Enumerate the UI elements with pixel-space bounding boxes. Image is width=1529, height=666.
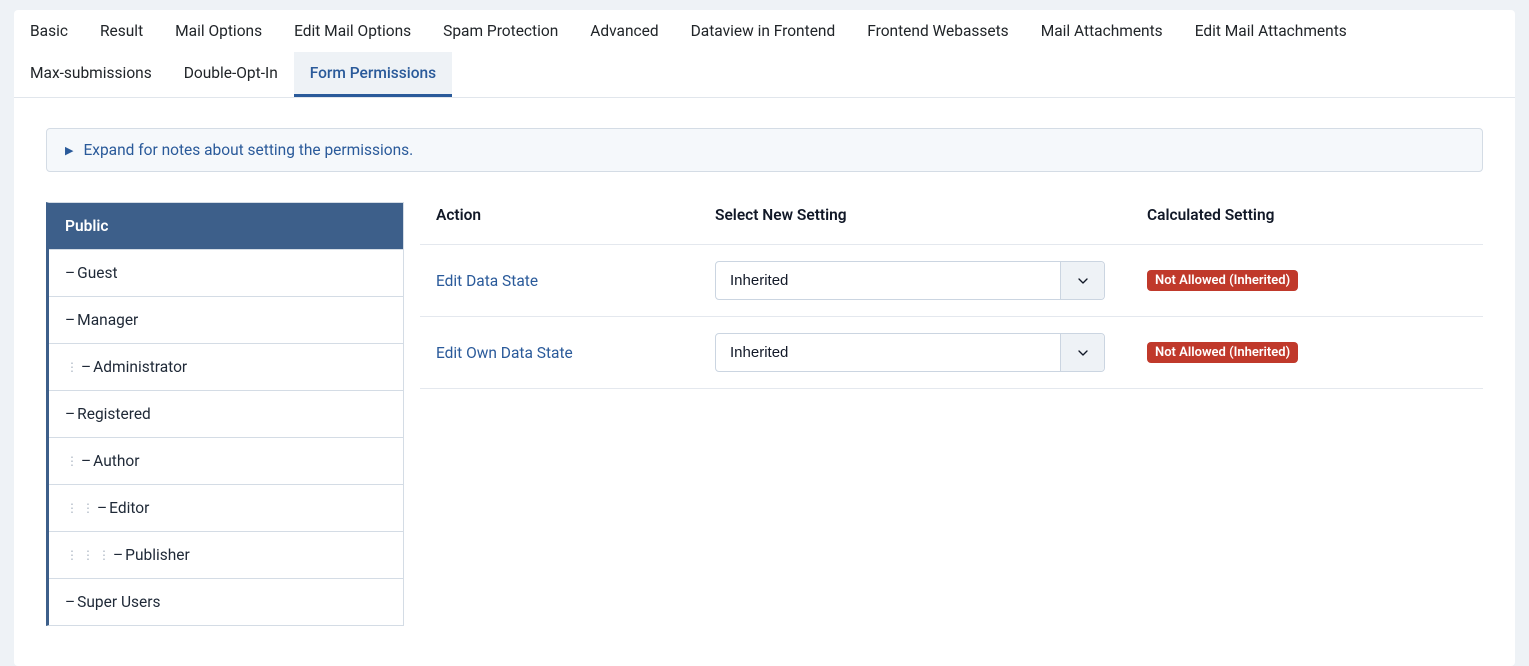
tab-form-permissions[interactable]: Form Permissions — [294, 52, 452, 97]
tab-basic[interactable]: Basic — [14, 10, 84, 52]
tab-spam-protection[interactable]: Spam Protection — [427, 10, 574, 52]
group-item-publisher[interactable]: ⋮⋮⋮– Publisher — [49, 532, 403, 579]
permission-select-wrap: InheritedAllowedDenied — [715, 261, 1105, 300]
status-badge: Not Allowed (Inherited) — [1147, 270, 1298, 291]
tab-advanced[interactable]: Advanced — [574, 10, 674, 52]
tree-dash-icon: – — [65, 405, 75, 423]
tree-dash-icon: – — [65, 264, 75, 282]
user-group-list: Public– Guest– Manager⋮– Administrator– … — [46, 202, 404, 626]
tree-dash-icon: – — [81, 358, 91, 376]
tree-indent-icon: ⋮ — [65, 501, 79, 515]
permissions-table: Action Select New Setting Calculated Set… — [420, 202, 1483, 626]
group-label: Registered — [77, 405, 151, 423]
tab-edit-mail-attachments[interactable]: Edit Mail Attachments — [1179, 10, 1363, 52]
tab-max-submissions[interactable]: Max-submissions — [14, 52, 168, 97]
group-label: Public — [65, 217, 108, 235]
permission-select[interactable]: InheritedAllowedDenied — [715, 261, 1105, 300]
expand-notes-toggle[interactable]: ▶ Expand for notes about setting the per… — [46, 128, 1483, 172]
group-label: Administrator — [93, 358, 187, 376]
group-label: Editor — [109, 499, 149, 517]
group-label: Manager — [77, 311, 138, 329]
tab-mail-options[interactable]: Mail Options — [159, 10, 278, 52]
tabs-bar: BasicResultMail OptionsEdit Mail Options… — [14, 10, 1515, 98]
tab-double-opt-in[interactable]: Double-Opt-In — [168, 52, 294, 97]
tree-dash-icon: – — [97, 499, 107, 517]
tree-dash-icon: – — [113, 546, 123, 564]
group-item-editor[interactable]: ⋮⋮– Editor — [49, 485, 403, 532]
group-label: Author — [93, 452, 139, 470]
group-label: Publisher — [125, 546, 190, 564]
tree-indent-icon: ⋮ — [65, 548, 79, 562]
group-item-registered[interactable]: – Registered — [49, 391, 403, 438]
header-action: Action — [436, 206, 703, 224]
permissions-header-row: Action Select New Setting Calculated Set… — [420, 202, 1483, 245]
permission-row: Edit Own Data State InheritedAllowedDenie… — [420, 317, 1483, 389]
calculated-setting-cell: Not Allowed (Inherited) — [1147, 342, 1467, 363]
tree-indent-icon: ⋮ — [81, 501, 95, 515]
calculated-setting-cell: Not Allowed (Inherited) — [1147, 270, 1467, 291]
group-label: Super Users — [77, 593, 160, 611]
expand-triangle-icon: ▶ — [65, 144, 73, 157]
tab-edit-mail-options[interactable]: Edit Mail Options — [278, 10, 427, 52]
group-item-manager[interactable]: – Manager — [49, 297, 403, 344]
group-label: Guest — [77, 264, 117, 282]
expand-notes-label: Expand for notes about setting the permi… — [83, 141, 413, 159]
tree-indent-icon: ⋮ — [65, 360, 79, 374]
tab-frontend-webassets[interactable]: Frontend Webassets — [851, 10, 1024, 52]
permission-select-wrap: InheritedAllowedDenied — [715, 333, 1105, 372]
header-calculated: Calculated Setting — [1147, 206, 1467, 224]
tree-indent-icon: ⋮ — [81, 548, 95, 562]
group-item-author[interactable]: ⋮– Author — [49, 438, 403, 485]
permission-select[interactable]: InheritedAllowedDenied — [715, 333, 1105, 372]
header-select: Select New Setting — [715, 206, 1135, 224]
tab-dataview-in-frontend[interactable]: Dataview in Frontend — [675, 10, 852, 52]
tree-dash-icon: – — [65, 593, 75, 611]
group-item-public[interactable]: Public — [49, 203, 403, 250]
permission-row: Edit Data State InheritedAllowedDenied Not… — [420, 245, 1483, 317]
permission-action-label: Edit Own Data State — [436, 344, 703, 362]
group-item-super-users[interactable]: – Super Users — [49, 579, 403, 625]
tab-mail-attachments[interactable]: Mail Attachments — [1025, 10, 1179, 52]
tree-dash-icon: – — [65, 311, 75, 329]
group-item-guest[interactable]: – Guest — [49, 250, 403, 297]
permission-action-label: Edit Data State — [436, 272, 703, 290]
status-badge: Not Allowed (Inherited) — [1147, 342, 1298, 363]
tree-indent-icon: ⋮ — [97, 548, 111, 562]
tab-result[interactable]: Result — [84, 10, 159, 52]
group-item-administrator[interactable]: ⋮– Administrator — [49, 344, 403, 391]
tree-indent-icon: ⋮ — [65, 454, 79, 468]
tree-dash-icon: – — [81, 452, 91, 470]
